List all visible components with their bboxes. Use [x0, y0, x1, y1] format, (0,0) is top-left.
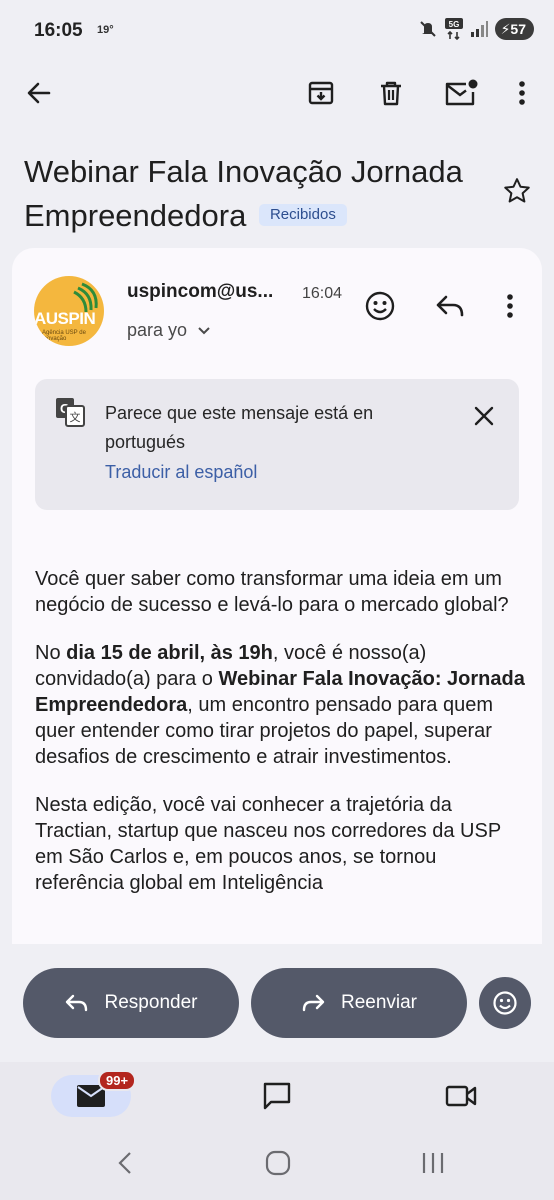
forward-label: Reenviar: [340, 992, 418, 1013]
emoji-icon: [365, 291, 395, 321]
body-paragraph: Você quer saber como transformar uma ide…: [35, 568, 509, 616]
reply-button[interactable]: [432, 288, 468, 324]
recipient-label: para yo: [127, 320, 188, 340]
system-home-icon: [265, 1150, 291, 1176]
5g-icon: 5G: [444, 18, 463, 40]
mute-icon: [419, 21, 436, 37]
chat-icon: [263, 1082, 291, 1110]
reply-icon: [436, 295, 464, 317]
body-bold-text: dia 15 de abril, às 19h: [66, 642, 273, 664]
svg-text:5G: 5G: [448, 20, 459, 29]
translate-link[interactable]: Traducir al español: [105, 462, 257, 483]
svg-text:文: 文: [70, 410, 81, 424]
translate-icon: G 文: [56, 398, 85, 427]
label-chip[interactable]: Recibidos: [258, 203, 347, 226]
status-temperature: 19°: [97, 24, 114, 36]
status-bar: 16:05 19° 5G ⚡57: [0, 0, 554, 62]
trash-icon: [381, 81, 401, 106]
mail-count-badge: 99+: [98, 1070, 137, 1091]
react-emoji-button[interactable]: [362, 288, 398, 324]
body-paragraph: No dia 15 de abril, às 19h, você é nosso…: [35, 640, 525, 770]
archive-icon: [308, 81, 334, 105]
battery-level: 57: [510, 21, 526, 37]
system-recents-icon: [422, 1153, 444, 1173]
reply-label: Responder: [104, 992, 198, 1013]
bottom-navigation: 99+: [0, 1062, 554, 1200]
emoji-react-pill-button[interactable]: [479, 977, 531, 1029]
more-vert-icon: [519, 81, 525, 105]
status-time: 16:05: [34, 20, 83, 41]
body-text: No: [35, 642, 67, 664]
close-icon: [474, 406, 494, 426]
translation-message: Parece que este mensaje está en portugué…: [105, 403, 374, 452]
mark-unread-icon: [445, 79, 478, 106]
dismiss-translation-button[interactable]: [469, 401, 499, 431]
signal-icon: [470, 21, 488, 37]
reply-icon: [65, 994, 87, 1012]
back-arrow-icon: [27, 82, 51, 104]
message-more-button[interactable]: [498, 288, 522, 324]
reply-pill-button[interactable]: Responder: [23, 968, 239, 1038]
star-icon: [504, 178, 530, 203]
system-back-button[interactable]: [110, 1148, 140, 1178]
message-body: Você quer saber como transformar uma ide…: [35, 566, 525, 918]
emoji-icon: [493, 991, 517, 1015]
body-paragraph: Nesta edição, você vai conhecer a trajet…: [35, 794, 501, 894]
message-time: 16:04: [302, 285, 343, 302]
video-camera-icon: [445, 1085, 477, 1107]
nav-meet-tab[interactable]: [443, 1078, 479, 1114]
avatar-subtext: Agência USP de Inovação: [42, 330, 86, 342]
avatar[interactable]: AUSPIN Agência USP de Inovação: [34, 276, 104, 346]
avatar-text: AUSPIN: [34, 309, 96, 328]
subject-text: Webinar Fala Inovação Jornada Empreended…: [24, 154, 463, 233]
system-home-button[interactable]: [263, 1148, 293, 1178]
chevron-down-icon: [198, 326, 210, 334]
archive-button[interactable]: [301, 73, 341, 113]
nav-chat-tab[interactable]: [259, 1078, 295, 1114]
message-card: AUSPIN Agência USP de Inovação uspincom@…: [12, 248, 542, 944]
more-options-button[interactable]: [502, 73, 542, 113]
more-vert-icon: [507, 294, 513, 318]
recipient-toggle[interactable]: para yo: [127, 320, 211, 341]
forward-pill-button[interactable]: Reenviar: [251, 968, 467, 1038]
forward-icon: [302, 994, 325, 1012]
delete-button[interactable]: [371, 73, 411, 113]
mark-unread-button[interactable]: [441, 73, 481, 113]
email-subject: Webinar Fala Inovação Jornada Empreended…: [24, 150, 484, 238]
sender-name[interactable]: uspincom@us...: [127, 281, 273, 303]
translation-banner: G 文 Parece que este mensaje está en port…: [35, 379, 519, 510]
star-button[interactable]: [502, 176, 532, 211]
status-icons: 5G ⚡57: [418, 18, 534, 40]
battery-icon: ⚡57: [494, 18, 534, 40]
system-recents-button[interactable]: [418, 1148, 448, 1178]
system-back-icon: [118, 1152, 131, 1174]
back-button[interactable]: [19, 73, 59, 113]
